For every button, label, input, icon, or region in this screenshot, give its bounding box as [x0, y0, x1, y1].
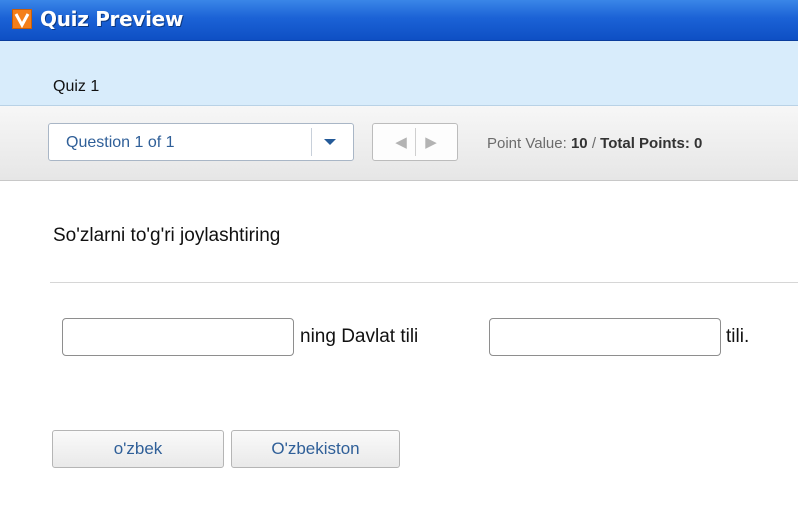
sentence-middle-text: ning Davlat tili — [300, 326, 419, 347]
blank-drop-target-1[interactable] — [62, 318, 294, 356]
window-title: Quiz Preview — [40, 7, 184, 31]
point-value-label: Point Value: — [487, 135, 567, 152]
window-title-bar: Quiz Preview — [0, 0, 798, 41]
total-points: 0 — [694, 135, 703, 152]
blank-drop-target-2[interactable] — [489, 318, 721, 356]
triangle-left-icon[interactable]: ◀ — [387, 130, 415, 156]
quiz-header: Quiz 1 — [0, 41, 798, 106]
points-summary: Point Value: 10 / Total Points: 0 — [487, 135, 702, 152]
question-instruction: So'zlarni to'g'ri joylashtiring — [53, 225, 281, 246]
points-separator: / — [591, 135, 596, 152]
question-toolbar: Question 1 of 1 ◀ ▶ Point Value: 10 / To… — [0, 106, 798, 181]
chevron-down-icon[interactable] — [324, 139, 336, 145]
sentence-end-text: tili. — [726, 326, 750, 347]
total-points-label: Total Points: — [600, 135, 690, 152]
question-select[interactable]: Question 1 of 1 — [48, 123, 354, 161]
question-select-value: Question 1 of 1 — [66, 134, 175, 151]
question-nav: ◀ ▶ — [372, 123, 458, 161]
quiz-name: Quiz 1 — [53, 78, 100, 95]
word-chip-ozbek[interactable]: o'zbek — [52, 430, 224, 468]
word-chip-ozbekiston[interactable]: O'zbekiston — [231, 430, 400, 468]
divider — [50, 282, 798, 283]
orange-v-icon — [12, 9, 32, 29]
select-divider — [311, 128, 312, 156]
triangle-right-icon[interactable]: ▶ — [417, 130, 445, 156]
point-value: 10 — [570, 135, 588, 152]
nav-divider — [415, 128, 416, 156]
